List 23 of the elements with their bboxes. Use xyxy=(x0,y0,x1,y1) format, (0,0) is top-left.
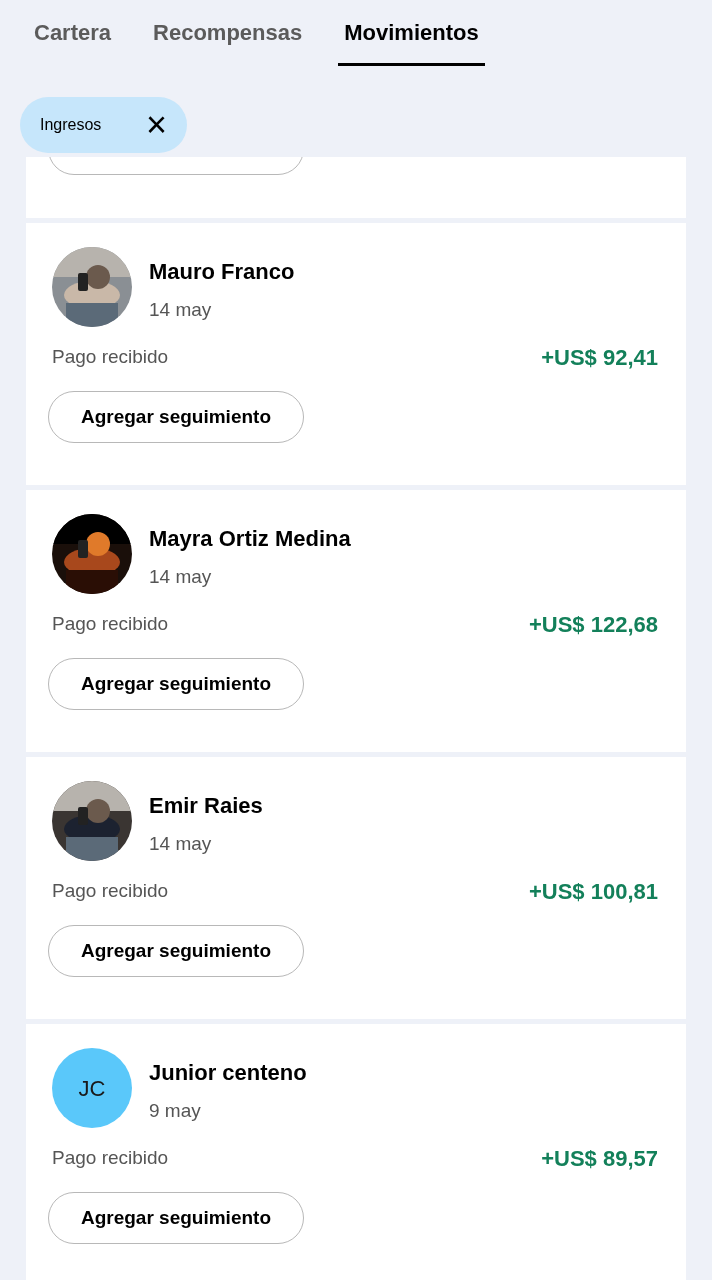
amount: +US$ 100,81 xyxy=(528,877,658,906)
date: 14 may xyxy=(149,832,213,856)
contact-name: Mayra Ortiz Medina xyxy=(149,525,351,553)
transaction-type: Pago recibido xyxy=(52,611,169,636)
transaction-type: Pago recibido xyxy=(52,878,169,903)
chip-label: Ingresos xyxy=(40,115,102,135)
amount: +US$ 122,68 xyxy=(528,610,658,639)
date: 14 may xyxy=(149,298,213,322)
date: 9 may xyxy=(149,1099,202,1123)
amount: +US$ 92,41 xyxy=(541,343,658,372)
close-icon[interactable]: × xyxy=(145,107,167,143)
filter-chip[interactable]: Ingresos × xyxy=(20,97,187,153)
tab[interactable]: Movimientos xyxy=(338,16,485,66)
transaction-type: Pago recibido xyxy=(52,1145,169,1170)
tab[interactable]: Cartera xyxy=(28,16,118,66)
avatar: JC xyxy=(52,1048,132,1128)
contact-name: Mauro Franco xyxy=(149,258,295,286)
contact-name: Junior centeno xyxy=(149,1059,307,1087)
transaction-type: Pago recibido xyxy=(52,344,169,369)
amount: +US$ 89,57 xyxy=(541,1144,658,1173)
contact-name: Emir Raies xyxy=(149,792,263,820)
date: 14 may xyxy=(149,565,213,589)
tab[interactable]: Recompensas xyxy=(147,16,309,66)
